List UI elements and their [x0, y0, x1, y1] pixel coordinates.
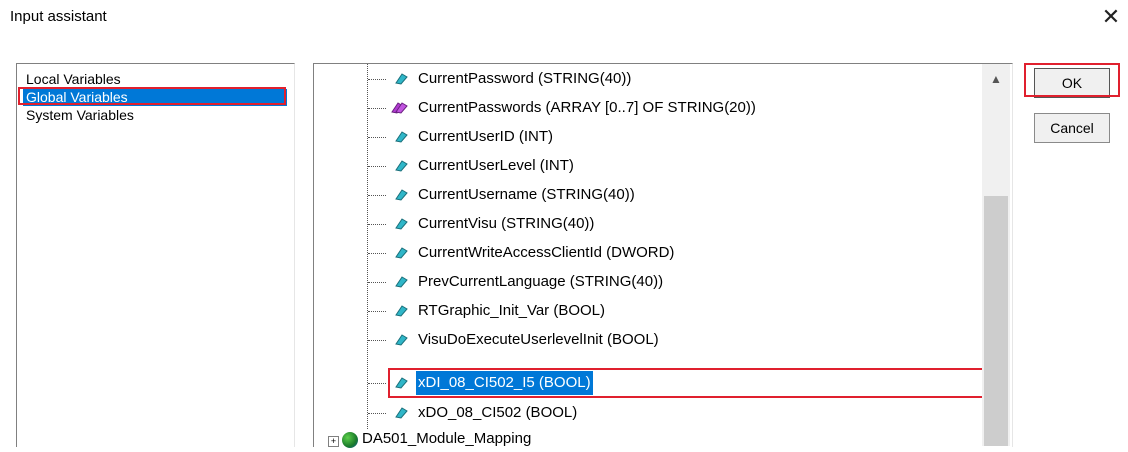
tree-connector [368, 311, 386, 312]
variable-icon [395, 407, 408, 419]
tree-connector [368, 137, 386, 138]
variable-icon [395, 218, 408, 230]
scroll-thumb[interactable] [984, 196, 1008, 446]
tree-item-label: CurrentPassword (STRING(40)) [418, 70, 632, 87]
tree-connector [368, 253, 386, 254]
tree-connector [368, 282, 386, 283]
tree-item-label: CurrentUserLevel (INT) [418, 157, 574, 174]
tree-item-label: CurrentPasswords (ARRAY [0..7] OF STRING… [418, 99, 756, 116]
category-local-variables[interactable]: Local Variables [23, 71, 124, 88]
tree-item-label: RTGraphic_Init_Var (BOOL) [418, 302, 606, 319]
ok-button[interactable]: OK [1034, 68, 1110, 98]
tree-scrollbar[interactable]: ▲ [982, 64, 1010, 446]
category-list[interactable]: Local Variables Global Variables System … [16, 63, 295, 447]
tree-item-label: xDO_08_CI502 (BOOL) [418, 404, 578, 421]
tree-connector [368, 195, 386, 196]
tree-connector [368, 413, 386, 414]
variable-icon [395, 160, 408, 172]
tree-connector [368, 224, 386, 225]
tree-folder-label: DA501_Module_Mapping [362, 430, 532, 447]
category-system-variables[interactable]: System Variables [23, 107, 137, 124]
expand-icon[interactable]: + [328, 436, 339, 447]
cancel-button[interactable]: Cancel [1034, 113, 1110, 143]
variable-icon [395, 334, 408, 346]
category-global-variables[interactable]: Global Variables [23, 89, 287, 106]
tree-connector [368, 166, 386, 167]
tree-connector-line [367, 64, 368, 429]
window-title: Input assistant [10, 8, 107, 25]
close-icon[interactable]: ✕ [1094, 0, 1128, 34]
tree-connector [368, 108, 386, 109]
tree-connector [368, 340, 386, 341]
variable-icon [395, 189, 408, 201]
variable-icon [395, 377, 408, 389]
tree-item-label: CurrentUsername (STRING(40)) [418, 186, 635, 203]
scroll-up-icon[interactable]: ▲ [982, 64, 1010, 92]
tree-item-label: VisuDoExecuteUserlevelInit (BOOL) [418, 331, 659, 348]
tree-item-label: CurrentWriteAccessClientId (DWORD) [418, 244, 675, 261]
tree-connector [368, 79, 386, 80]
array-variable-icon [391, 102, 408, 114]
tree-connector [368, 383, 386, 384]
tree-item-label: CurrentVisu (STRING(40)) [418, 215, 595, 232]
tree-item-label: CurrentUserID (INT) [418, 128, 554, 145]
tree-item-label: PrevCurrentLanguage (STRING(40)) [418, 273, 664, 290]
variable-icon [395, 247, 408, 259]
variable-icon [395, 73, 408, 85]
variable-icon [395, 276, 408, 288]
variable-icon [395, 131, 408, 143]
variable-icon [395, 305, 408, 317]
tree-item-label: xDI_08_CI502_I5 (BOOL) [416, 371, 593, 395]
